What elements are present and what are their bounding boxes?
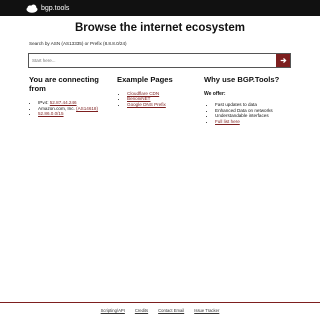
why-heading: Why use BGP.Tools? (204, 75, 280, 84)
example-link-cloudflare[interactable]: Cloudflare CDN (127, 91, 159, 96)
footer-link-api[interactable]: Scripting/API (101, 308, 125, 313)
connection-details: IPv4: 52.87.44.246 Amazon.com, Inc. (AS1… (29, 100, 128, 117)
connecting-section: You are connecting from IPv4: 52.87.44.2… (29, 75, 109, 116)
search-button[interactable] (276, 54, 290, 67)
examples-heading: Example Pages (117, 75, 173, 84)
list-item: Full list here (215, 119, 315, 125)
home-logo[interactable]: bgp.tools (26, 3, 69, 14)
arrow-right-icon (280, 57, 286, 64)
list-item: 52.86.0.0/15 (38, 111, 128, 117)
footer-divider (0, 302, 320, 303)
footer-link-issues[interactable]: Issue Tracker (194, 308, 219, 313)
ipv4-link[interactable]: 52.87.44.246 (50, 100, 77, 105)
footer: Scripting/API Credits Contact Email Issu… (0, 308, 320, 313)
cloud-logo-icon (26, 4, 38, 13)
asn-link[interactable]: (AS14618) (76, 106, 98, 111)
footer-link-contact[interactable]: Contact Email (158, 308, 184, 313)
ipv4-label: IPv4: (38, 100, 50, 105)
search-hint: Search by ASN (AS13335) or Prefix (8.8.8… (29, 41, 127, 46)
why-section: Why use BGP.Tools? We offer: Fast update… (204, 75, 299, 123)
example-link-google-dns[interactable]: Google DNS Prefix (127, 102, 166, 107)
footer-link-credits[interactable]: Credits (135, 308, 148, 313)
example-links: Cloudflare CDN BenoniNET Google DNS Pref… (117, 91, 217, 107)
example-link-benoninet[interactable]: BenoniNET (127, 96, 151, 101)
logo-text: bgp.tools (41, 5, 70, 12)
feature-list: Fast updates to data Enhanced Data on ne… (204, 102, 315, 124)
prefix-link[interactable]: 52.86.0.0/15 (38, 111, 64, 116)
connecting-heading: You are connecting from (29, 75, 99, 93)
search-input[interactable] (29, 54, 277, 67)
search-form (28, 53, 291, 68)
page-title: Browse the internet ecosystem (74, 22, 245, 34)
examples-section: Example Pages Cloudflare CDN BenoniNET G… (117, 75, 197, 106)
full-list-link[interactable]: Full list here (215, 119, 240, 124)
offer-label: We offer: (204, 91, 226, 97)
org-label: Amazon.com, Inc. (38, 105, 77, 111)
top-navbar: bgp.tools (0, 0, 320, 16)
